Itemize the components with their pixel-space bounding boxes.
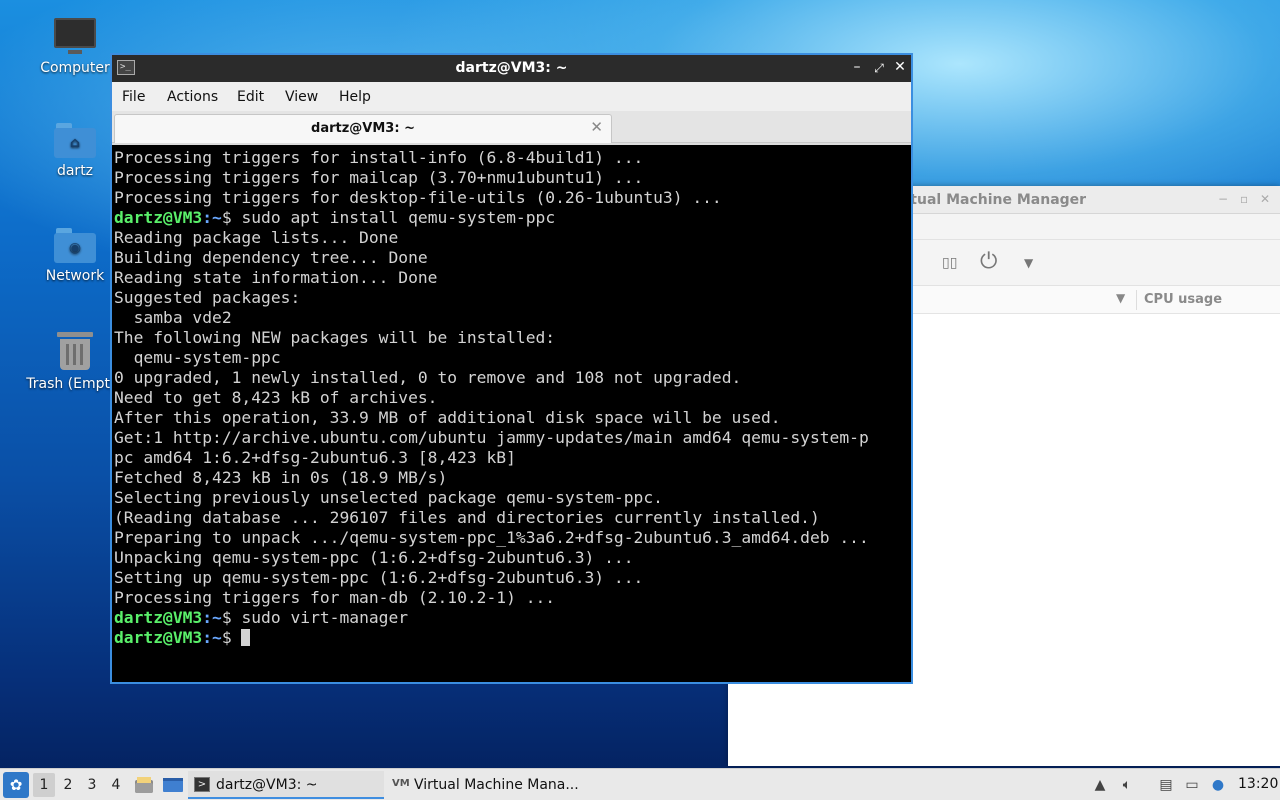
- prompt-sign: $: [221, 628, 242, 647]
- terminal-output-line: Get:1 http://archive.ubuntu.com/ubuntu j…: [114, 428, 869, 447]
- menu-help[interactable]: Help: [339, 89, 371, 105]
- start-menu-icon[interactable]: ✿: [3, 772, 29, 798]
- terminal-titlebar[interactable]: >_ dartz@VM3: ~ – ⤢ ✕: [112, 55, 911, 82]
- terminal-prompt-line: dartz@VM3:~$: [114, 628, 911, 648]
- chevron-down-icon[interactable]: ▼: [1024, 256, 1033, 270]
- column-cpu-usage[interactable]: CPU usage: [1144, 292, 1222, 307]
- terminal-output-line: Reading state information... Done: [114, 268, 438, 287]
- virt-manager-title: Virtual Machine Manager: [888, 192, 1087, 208]
- terminal-output-line: Building dependency tree... Done: [114, 248, 428, 267]
- taskbar: ✿ 1 2 3 4 > dartz@VM3: ~ VM Virtual Mach…: [0, 768, 1280, 800]
- close-icon[interactable]: ✕: [891, 59, 909, 75]
- taskbar-task-label: dartz@VM3: ~: [216, 777, 318, 793]
- terminal-tab[interactable]: dartz@VM3: ~ ✕: [114, 114, 612, 143]
- terminal-output-line: 0 upgraded, 1 newly installed, 0 to remo…: [114, 368, 742, 387]
- virt-manager-task-icon: VM: [392, 778, 410, 789]
- show-desktop-icon[interactable]: [162, 776, 183, 794]
- terminal-menubar: File Actions Edit View Help: [112, 82, 911, 111]
- computer-icon: [54, 18, 96, 56]
- workspace-1[interactable]: 1: [33, 773, 55, 797]
- terminal-output-line: After this operation, 33.9 MB of additio…: [114, 408, 781, 427]
- terminal-prompt-line: dartz@VM3:~$ sudo virt-manager: [114, 608, 911, 628]
- terminal-output-line: samba vde2: [114, 308, 232, 327]
- maximize-icon[interactable]: ▫: [1240, 192, 1248, 206]
- terminal-output-line: (Reading database ... 296107 files and d…: [114, 508, 820, 527]
- terminal-output-line: Processing triggers for desktop-file-uti…: [114, 188, 722, 207]
- maximize-icon[interactable]: ⤢: [870, 61, 888, 76]
- terminal-output-line: Reading package lists... Done: [114, 228, 399, 247]
- prompt-user: dartz@VM3: [114, 628, 203, 647]
- workspace-2[interactable]: 2: [57, 773, 79, 797]
- close-icon[interactable]: ✕: [1260, 192, 1270, 206]
- terminal-output-line: Selecting previously unselected package …: [114, 488, 663, 507]
- prompt-path: :~: [202, 628, 222, 647]
- terminal-prompt-line: dartz@VM3:~$ sudo apt install qemu-syste…: [114, 208, 911, 228]
- command-text: sudo virt-manager: [241, 608, 409, 627]
- workspace-3[interactable]: 3: [81, 773, 103, 797]
- taskbar-task-virt-manager[interactable]: VM Virtual Machine Mana...: [386, 771, 586, 799]
- terminal-window[interactable]: >_ dartz@VM3: ~ – ⤢ ✕ File Actions Edit …: [110, 53, 913, 684]
- sort-chevron-icon[interactable]: ▼: [1116, 291, 1125, 305]
- terminal-tab-label: dartz@VM3: ~: [311, 121, 415, 136]
- menu-actions[interactable]: Actions: [167, 89, 218, 105]
- terminal-cursor: [241, 629, 251, 646]
- prompt-path: :~: [202, 608, 222, 627]
- home-folder-icon: ⌂: [54, 123, 96, 159]
- network-status-icon[interactable]: ▭: [1182, 775, 1202, 795]
- menu-edit[interactable]: Edit: [237, 89, 264, 105]
- terminal-output-line: The following NEW packages will be insta…: [114, 328, 556, 347]
- terminal-output-line: Suggested packages:: [114, 288, 301, 307]
- pause-icon[interactable]: ▯▯: [942, 255, 957, 271]
- prompt-user: dartz@VM3: [114, 608, 203, 627]
- terminal-output-line: qemu-system-ppc: [114, 348, 281, 367]
- minimize-icon[interactable]: –: [848, 59, 866, 75]
- terminal-task-icon: >: [194, 777, 210, 792]
- file-manager-icon[interactable]: [134, 776, 154, 794]
- terminal-output-line: pc amd64 1:6.2+dfsg-2ubuntu6.3 [8,423 kB…: [114, 448, 516, 467]
- terminal-output-line: Preparing to unpack .../qemu-system-ppc_…: [114, 528, 869, 547]
- terminal-output-line: Setting up qemu-system-ppc (1:6.2+dfsg-2…: [114, 568, 644, 587]
- power-icon[interactable]: ⏻: [980, 249, 997, 274]
- terminal-output-line: Fetched 8,423 kB in 0s (18.9 MB/s): [114, 468, 448, 487]
- volume-icon[interactable]: 🔈︎: [1117, 775, 1137, 795]
- terminal-output-line: Unpacking qemu-system-ppc (1:6.2+dfsg-2u…: [114, 548, 634, 567]
- terminal-output-line: Need to get 8,423 kB of archives.: [114, 388, 438, 407]
- menu-file[interactable]: File: [122, 89, 145, 105]
- taskbar-task-label: Virtual Machine Mana...: [414, 777, 579, 793]
- network-folder-icon: ◉: [54, 228, 96, 264]
- command-text: sudo apt install qemu-system-ppc: [241, 208, 556, 227]
- prompt-path: :~: [202, 208, 222, 227]
- terminal-tabbar: dartz@VM3: ~ ✕: [112, 111, 911, 143]
- minimize-icon[interactable]: −: [1218, 192, 1228, 206]
- trash-icon: [55, 330, 95, 372]
- close-tab-icon[interactable]: ✕: [590, 118, 603, 136]
- prompt-user: dartz@VM3: [114, 208, 203, 227]
- taskbar-task-terminal[interactable]: > dartz@VM3: ~: [188, 771, 384, 799]
- prompt-sign: $: [221, 608, 242, 627]
- terminal-output-line: Processing triggers for install-info (6.…: [114, 148, 644, 167]
- terminal-output-line: Processing triggers for man-db (2.10.2-1…: [114, 588, 556, 607]
- notification-icon[interactable]: ●: [1208, 775, 1228, 795]
- terminal-title: dartz@VM3: ~: [455, 60, 568, 76]
- tray-up-arrow-icon[interactable]: ▲: [1090, 775, 1110, 795]
- clock[interactable]: 13:20: [1238, 776, 1278, 792]
- workspace-4[interactable]: 4: [105, 773, 127, 797]
- terminal-output-line: Processing triggers for mailcap (3.70+nm…: [114, 168, 644, 187]
- terminal-output[interactable]: Processing triggers for install-info (6.…: [112, 145, 911, 682]
- clipboard-icon[interactable]: ▤: [1156, 775, 1176, 795]
- prompt-sign: $: [221, 208, 242, 227]
- menu-view[interactable]: View: [285, 89, 318, 105]
